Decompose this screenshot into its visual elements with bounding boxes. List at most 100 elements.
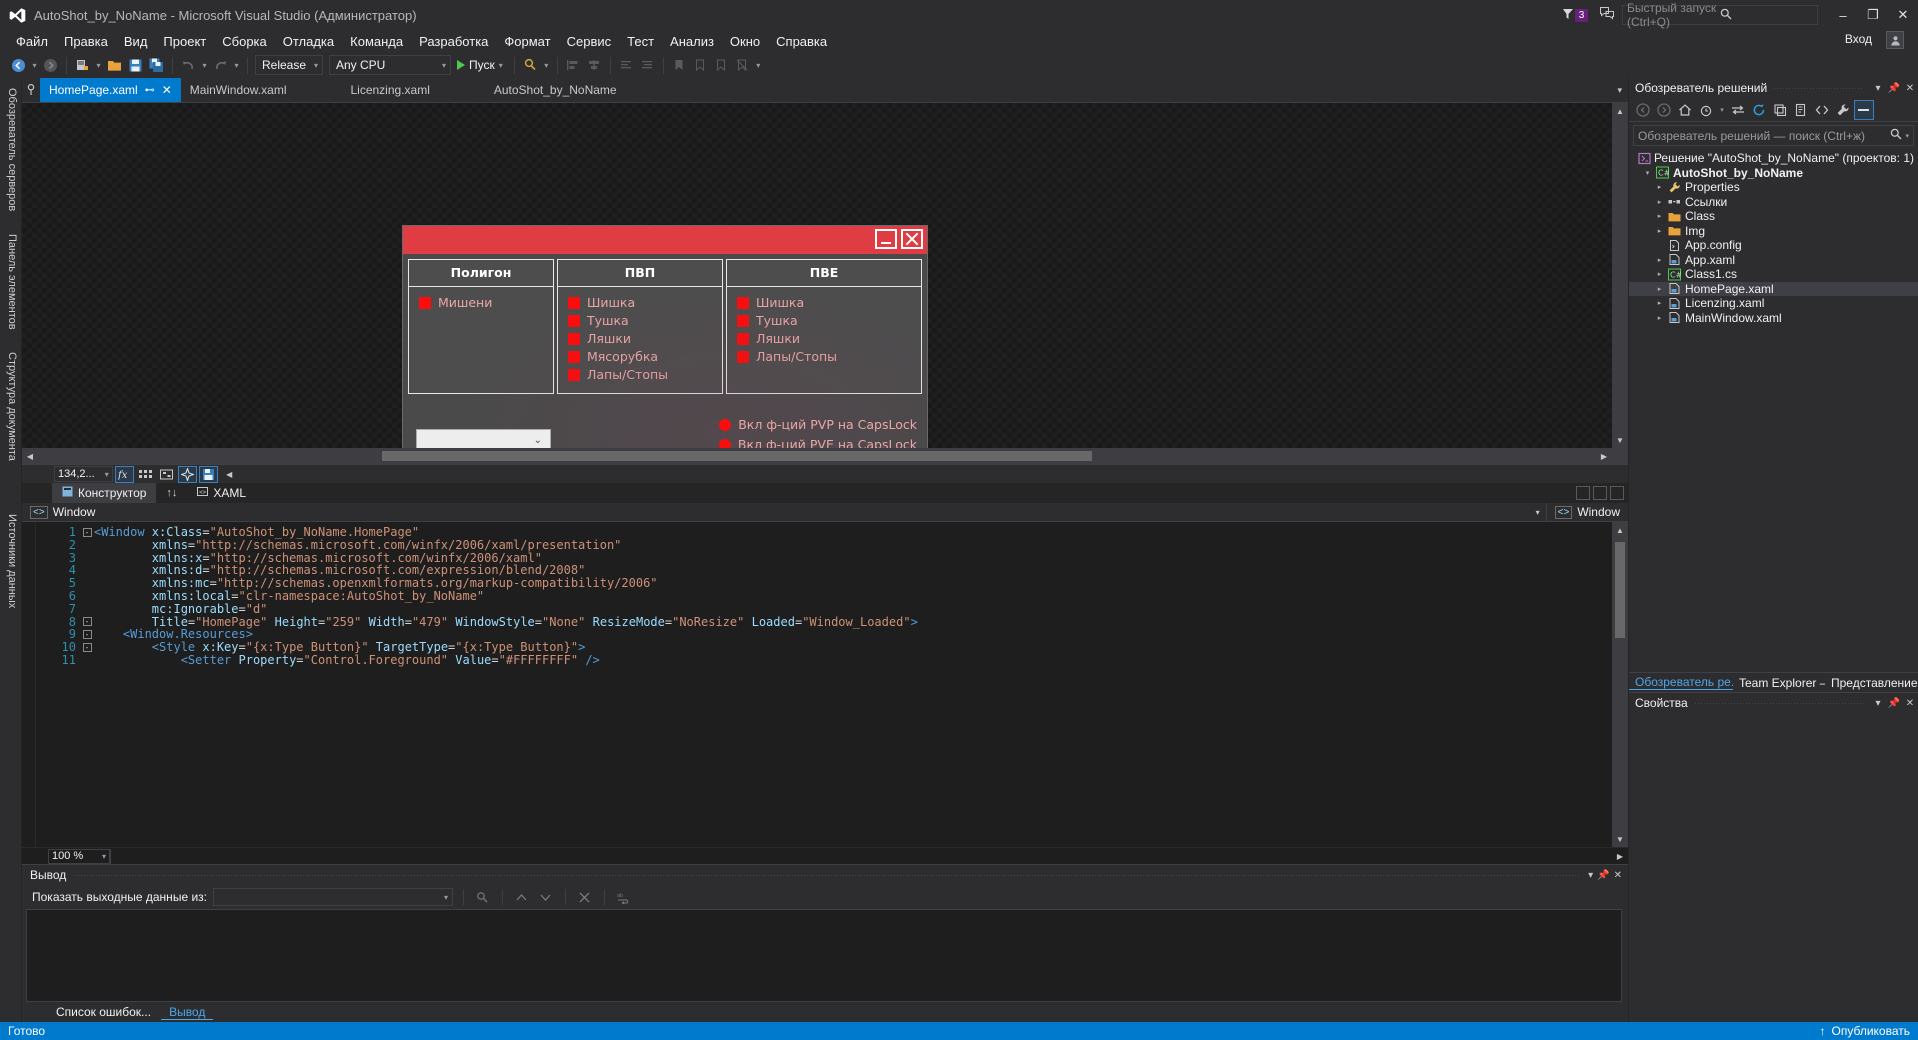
pin-icon[interactable]: 📌 <box>1597 870 1609 881</box>
align-left-icon[interactable] <box>563 55 584 76</box>
tab-class-view[interactable]: Представление к... <box>1825 676 1917 690</box>
document-tab-homepage[interactable]: HomePage.xaml ⊷ ✕ <box>40 78 181 102</box>
split-horizontal-icon[interactable] <box>1576 486 1590 500</box>
chevron-right-icon[interactable]: ▸ <box>1653 314 1666 322</box>
menu-item-debug[interactable]: Отладка <box>275 32 342 51</box>
fold-cell[interactable]: - <box>80 641 94 654</box>
document-tab-autoshot[interactable]: AutoShot_by_NoName <box>484 78 626 102</box>
tree-item[interactable]: App.config <box>1629 238 1918 253</box>
undo-icon[interactable] <box>178 55 199 76</box>
pin-icon[interactable]: 📌 <box>1886 698 1902 709</box>
pending-changes-dropdown-icon[interactable]: ▾ <box>1717 100 1727 120</box>
close-icon[interactable]: ✕ <box>1902 83 1918 94</box>
document-tab-mainwindow[interactable]: MainWindow.xaml <box>180 78 296 102</box>
xaml-designer-surface[interactable]: Полигон Мишени ПВП Шишка Тушка Ляшки Мяс… <box>22 102 1628 464</box>
vtab-toolbox[interactable]: Панель элементов <box>0 228 22 336</box>
menu-item-view[interactable]: Вид <box>116 32 156 51</box>
undo-dropdown-icon[interactable]: ▾ <box>199 55 210 76</box>
panel-drag-dots[interactable] <box>1693 702 1864 704</box>
preview-selected-items-icon[interactable] <box>1854 99 1874 120</box>
go-to-next-icon[interactable] <box>537 888 555 906</box>
bookmark-clear-icon[interactable] <box>732 55 753 76</box>
vtab-server-explorer[interactable]: Обозреватель серверов <box>0 82 22 217</box>
checkbox-pvp-shishka[interactable]: Шишка <box>568 295 722 310</box>
code-area[interactable]: 1 2 3 4 5 6 7 8 9 10 11 - - - - <Window x:Class="Auto… <box>22 522 1628 847</box>
chevron-right-icon[interactable]: ▸ <box>1653 270 1666 278</box>
code-lines[interactable]: <Window x:Class="AutoShot_by_NoName.Home… <box>94 522 1628 847</box>
menu-item-tools[interactable]: Сервис <box>559 32 620 51</box>
designer-vertical-scrollbar[interactable]: ▲ ▼ <box>1612 103 1628 448</box>
properties-icon[interactable] <box>1833 100 1853 120</box>
snap-alignment-icon[interactable] <box>177 465 197 483</box>
chevron-right-icon[interactable]: ▸ <box>1653 256 1666 264</box>
chevron-down-icon[interactable]: ▾ <box>1588 870 1593 881</box>
home-icon[interactable] <box>1675 100 1695 120</box>
bookmark-next-icon[interactable] <box>711 55 732 76</box>
breadcrumb-right[interactable]: <> Window <box>1547 505 1628 519</box>
refresh-icon[interactable] <box>1749 100 1769 120</box>
output-source-combo[interactable]: ▾ <box>212 888 453 906</box>
checkbox-pvp-myasorubka[interactable]: Мясорубка <box>568 349 722 364</box>
chevron-down-icon[interactable]: ▾ <box>1870 698 1886 709</box>
close-icon[interactable]: ✕ <box>162 83 172 97</box>
checkbox-pvp-lapy-stopy[interactable]: Лапы/Стопы <box>568 367 722 382</box>
menu-item-team[interactable]: Команда <box>342 32 411 51</box>
tree-item[interactable]: Решение "AutoShot_by_NoName" (проектов: … <box>1629 151 1918 166</box>
grid-large-icon[interactable] <box>136 466 155 483</box>
chevron-right-icon[interactable]: ▸ <box>1653 212 1666 220</box>
forward-icon[interactable] <box>1654 100 1674 120</box>
solution-explorer-search-input[interactable]: Обозреватель решений — поиск (Ctrl+ж) ▾ <box>1633 125 1914 146</box>
tree-item[interactable]: ▸ App.xaml <box>1629 253 1918 268</box>
menu-item-analyze[interactable]: Анализ <box>662 32 722 51</box>
checkbox-pvp-lyashki[interactable]: Ляшки <box>568 331 722 346</box>
menu-item-test[interactable]: Тест <box>619 32 662 51</box>
checkbox-pve-tushka[interactable]: Тушка <box>737 313 921 328</box>
chevron-down-icon[interactable]: ▾ <box>1641 169 1654 177</box>
effects-toggle-icon[interactable]: fx <box>114 465 134 483</box>
chevron-right-icon[interactable]: ▸ <box>1653 198 1666 206</box>
tab-designer[interactable]: Конструктор <box>52 483 157 503</box>
publish-button[interactable]: Опубликовать <box>1832 1024 1910 1038</box>
fold-cell[interactable]: - <box>80 526 94 539</box>
tab-output[interactable]: Вывод <box>161 1005 214 1020</box>
chevron-right-icon[interactable]: ▸ <box>1653 227 1666 235</box>
pending-changes-icon[interactable] <box>1696 100 1716 120</box>
chevron-right-icon[interactable]: ▸ <box>1653 285 1666 293</box>
feedback-icon[interactable] <box>1592 7 1622 23</box>
scroll-thumb[interactable] <box>1615 542 1625 638</box>
output-drag-dots[interactable] <box>74 874 1581 876</box>
close-icon[interactable]: ✕ <box>1902 698 1918 709</box>
code-folding-column[interactable]: - - - - <box>80 522 94 847</box>
restore-button[interactable]: ❐ <box>1858 0 1888 30</box>
preview-minimize-button[interactable] <box>875 229 897 249</box>
sync-with-active-document-icon[interactable] <box>1728 100 1748 120</box>
redo-icon[interactable] <box>210 55 231 76</box>
tab-overflow-icon[interactable]: ▾ <box>1611 85 1628 96</box>
tab-solution-explorer[interactable]: Обозреватель ре... <box>1629 675 1733 690</box>
menu-item-edit[interactable]: Правка <box>56 32 116 51</box>
editor-vertical-scrollbar[interactable]: ▲ ▼ <box>1612 522 1628 847</box>
menu-item-file[interactable]: Файл <box>8 32 56 51</box>
attach-dropdown-icon[interactable]: ▾ <box>541 55 552 76</box>
tab-error-list[interactable]: Список ошибок... <box>48 1005 159 1019</box>
attach-process-icon[interactable] <box>520 55 541 76</box>
code-line[interactable]: Title="HomePage" Height="259" Width="479… <box>94 615 1628 629</box>
scroll-down-icon[interactable]: ▼ <box>1612 831 1628 847</box>
close-button[interactable]: ✕ <box>1888 0 1918 30</box>
minimize-button[interactable]: – <box>1828 0 1858 30</box>
checkbox-pve-lyashki[interactable]: Ляшки <box>737 331 921 346</box>
back-icon[interactable] <box>1633 100 1653 120</box>
navigate-back-dropdown-icon[interactable]: ▾ <box>29 55 40 76</box>
platform-combo[interactable]: Any CPU ▾ <box>329 55 451 75</box>
code-line[interactable]: <Setter Property="Control.Foreground" Va… <box>94 654 1628 667</box>
align-center-icon[interactable] <box>584 55 605 76</box>
scroll-right-icon[interactable]: ▶ <box>1612 852 1628 861</box>
solution-tree[interactable]: Решение "AutoShot_by_NoName" (проектов: … <box>1629 149 1918 672</box>
scroll-down-icon[interactable]: ▼ <box>1612 432 1628 448</box>
bookmark-icon[interactable] <box>669 55 690 76</box>
designer-zoom-combo[interactable]: 134,2... ▾ <box>54 466 113 482</box>
fold-toggle-icon[interactable]: - <box>82 527 92 537</box>
go-to-previous-icon[interactable] <box>513 888 531 906</box>
menu-item-help[interactable]: Справка <box>768 32 835 51</box>
collapse-all-icon[interactable] <box>1770 100 1790 120</box>
